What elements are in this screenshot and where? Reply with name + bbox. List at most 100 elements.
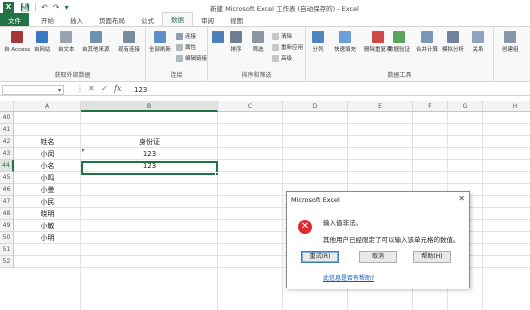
row-header-48[interactable]: 48 — [0, 208, 14, 220]
row-header-46[interactable]: 46 — [0, 184, 14, 196]
group-button[interactable]: 创建组 — [502, 31, 519, 53]
from-access-button[interactable]: 自 Access — [4, 31, 30, 53]
column-header-g[interactable]: G — [448, 101, 483, 112]
from-other-sources-button[interactable]: 自其他来源 — [82, 31, 110, 53]
undo-icon[interactable]: ↶ — [41, 3, 48, 12]
close-icon[interactable]: ✕ — [458, 194, 465, 203]
dialog-title: Microsoft Excel — [291, 196, 340, 204]
sort-button[interactable]: 排序 — [230, 31, 242, 53]
access-icon — [11, 31, 24, 43]
gridline — [14, 123, 530, 124]
row-header-40[interactable]: 40 — [0, 112, 14, 124]
what-if-analysis-button[interactable]: 模拟分析 — [442, 31, 464, 53]
web-icon — [36, 31, 49, 43]
cancel-button[interactable]: 取消 — [359, 251, 397, 263]
properties-button[interactable]: 属性 — [176, 43, 196, 51]
consolidate-button[interactable]: 合并计算 — [416, 31, 438, 53]
row-header-41[interactable]: 41 — [0, 124, 14, 136]
cell-a46[interactable]: 小曼 — [14, 184, 81, 196]
column-header-f[interactable]: F — [413, 101, 448, 112]
fill-handle[interactable] — [215, 172, 219, 176]
enter-icon[interactable]: ✓ — [101, 84, 108, 93]
flash-fill-button[interactable]: 快速填充 — [334, 31, 356, 53]
row-header-51[interactable]: 51 — [0, 244, 14, 256]
column-header-c[interactable]: C — [218, 101, 283, 112]
row-header-42[interactable]: 42 — [0, 136, 14, 148]
tab-review[interactable]: 审阅 — [193, 13, 222, 26]
ribbon-data: 自 Access 自网站 自文本 自其他来源 现有连接 获取外部数据 全部刷新 … — [0, 27, 530, 82]
cell-b43[interactable]: 123 — [81, 148, 218, 160]
tab-page-layout[interactable]: 页面布局 — [91, 13, 133, 26]
dialog-message: 输入值非法。 — [323, 219, 362, 227]
from-web-button[interactable]: 自网站 — [34, 31, 51, 53]
edit-links-icon — [176, 54, 183, 62]
relationships-button[interactable]: 关系 — [472, 31, 484, 53]
row-header-50[interactable]: 50 — [0, 232, 14, 244]
help-button[interactable]: 帮助(H) — [413, 251, 451, 263]
row-header-43[interactable]: 43 — [0, 148, 14, 160]
row-header-47[interactable]: 47 — [0, 196, 14, 208]
edit-links-button[interactable]: 编辑链接 — [176, 54, 207, 62]
cell-a48[interactable]: 晓明 — [14, 208, 81, 220]
gridline — [482, 112, 483, 310]
connections-button[interactable]: 连接 — [176, 32, 196, 40]
active-cell[interactable] — [81, 161, 219, 176]
cell-a49[interactable]: 小敏 — [14, 220, 81, 232]
cancel-icon[interactable]: ✕ — [88, 84, 95, 93]
cell-a47[interactable]: 小民 — [14, 196, 81, 208]
from-text-button[interactable]: 自文本 — [58, 31, 75, 53]
cell-a42[interactable]: 姓名 — [14, 136, 81, 148]
advanced-button[interactable]: 高级 — [272, 54, 292, 62]
group-outline: 创建组 — [494, 27, 530, 82]
cell-a45[interactable]: 小鸣 — [14, 172, 81, 184]
name-box[interactable]: ▾ — [2, 85, 64, 95]
customize-qat-icon[interactable]: ▾ — [65, 3, 69, 12]
tab-file[interactable]: 文件 — [0, 13, 29, 26]
tab-data[interactable]: 数据 — [162, 12, 193, 26]
filter-icon — [252, 31, 264, 43]
filter-button[interactable]: 筛选 — [252, 31, 264, 53]
row-header-52[interactable]: 52 — [0, 256, 14, 268]
connections-icon — [123, 31, 135, 43]
cell-a50[interactable]: 小明 — [14, 232, 81, 244]
tab-insert[interactable]: 插入 — [62, 13, 91, 26]
sort-az-button[interactable] — [212, 31, 224, 51]
consolidate-icon — [421, 31, 433, 43]
row-header-45[interactable]: 45 — [0, 172, 14, 184]
column-header-h[interactable]: H — [483, 101, 530, 112]
properties-icon — [176, 43, 183, 51]
cell-b42[interactable]: 身份证 — [81, 136, 218, 148]
what-if-icon — [447, 31, 459, 43]
column-header-b[interactable]: B — [81, 101, 218, 112]
retry-button[interactable]: 重试(R) — [301, 251, 339, 263]
qat-divider — [35, 3, 37, 11]
data-validation-button[interactable]: 数据验证 — [388, 31, 410, 53]
row-header-44[interactable]: 44 — [0, 160, 14, 172]
text-to-columns-button[interactable]: 分列 — [312, 31, 324, 53]
save-icon[interactable]: 💾︎ — [20, 3, 30, 12]
column-header-e[interactable]: E — [348, 101, 413, 112]
formula-input[interactable]: 123 — [134, 86, 147, 94]
insert-function-icon[interactable]: fx — [114, 84, 121, 93]
chevron-down-icon[interactable]: ▾ — [58, 87, 61, 94]
feedback-link[interactable]: 此信息是否有帮助? — [323, 273, 374, 282]
data-validation-icon — [393, 31, 405, 43]
clear-button[interactable]: 清除 — [272, 32, 292, 40]
group-connections: 全部刷新 连接 属性 编辑链接 连接 — [146, 27, 208, 82]
reapply-button[interactable]: 重新应用 — [272, 43, 303, 51]
select-all-corner[interactable] — [0, 101, 14, 112]
tab-home[interactable]: 开始 — [33, 13, 62, 26]
column-header-a[interactable]: A — [14, 101, 81, 112]
error-indicator-icon — [82, 149, 85, 152]
column-header-d[interactable]: D — [283, 101, 348, 112]
remove-duplicates-icon — [371, 31, 384, 43]
refresh-all-button[interactable]: 全部刷新 — [149, 31, 171, 53]
cell-a43[interactable]: 小闵 — [14, 148, 81, 160]
row-header-49[interactable]: 49 — [0, 220, 14, 232]
tab-formulas[interactable]: 公式 — [133, 13, 162, 26]
existing-connections-button[interactable]: 现有连接 — [118, 31, 140, 53]
redo-icon[interactable]: ↷ — [53, 3, 60, 12]
cell-a44[interactable]: 小名 — [14, 160, 81, 172]
tab-view[interactable]: 视图 — [222, 13, 251, 26]
formula-bar: ▾ ⋮ ✕ ✓ fx 123 — [0, 84, 530, 96]
